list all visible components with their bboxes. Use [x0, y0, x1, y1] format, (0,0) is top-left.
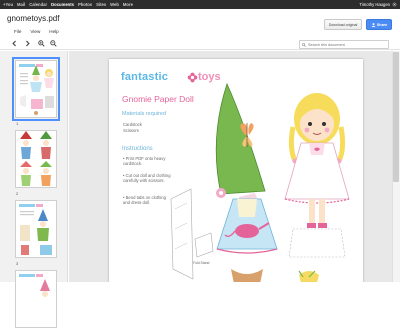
zoom-in-icon[interactable]	[38, 40, 45, 47]
gbar-link-documents[interactable]: Documents	[51, 0, 74, 9]
search-input[interactable]	[308, 42, 388, 47]
gbar-link-mail[interactable]: Mail	[17, 0, 25, 9]
document-viewer[interactable]: fantastic toys Gnomie Paper Doll Materia…	[69, 51, 400, 282]
fold-stand-label: Fold Stand	[193, 261, 210, 265]
page-thumbnail-2[interactable]	[15, 130, 57, 188]
menu-view[interactable]: View	[30, 29, 40, 34]
page-thumbnail-image	[16, 271, 56, 327]
search-icon	[302, 42, 306, 47]
file-title: gnometoys.pdf	[7, 14, 60, 23]
menu-bar: File View Help	[14, 29, 59, 34]
menu-help[interactable]: Help	[49, 29, 58, 34]
page-thumbnail-sidebar[interactable]: 1 2 3	[0, 51, 68, 328]
share-person-icon	[371, 22, 376, 27]
forward-arrow-icon[interactable]	[24, 40, 31, 47]
page-thumbnail-1[interactable]	[12, 57, 60, 121]
gear-icon[interactable]	[392, 2, 397, 7]
google-bar: +You Mail Calendar Documents Photos Site…	[0, 0, 400, 9]
back-arrow-icon[interactable]	[11, 40, 18, 47]
share-button-label: Share	[376, 22, 388, 27]
paper-doll-illustration	[170, 82, 350, 282]
instructions-title: Instructions	[122, 146, 153, 152]
logo-fantastic-text: fantastic	[121, 71, 169, 83]
download-original-button[interactable]: Download original	[324, 19, 362, 30]
page-thumbnail-image	[16, 61, 56, 117]
gbar-link-sites[interactable]: Sites	[96, 0, 106, 9]
zoom-out-icon[interactable]	[50, 40, 57, 47]
material-item: Scissors	[123, 128, 139, 133]
scrollbar-thumb[interactable]	[393, 52, 399, 182]
instruction-item: • Cut out doll and clothing carefully wi…	[123, 173, 171, 183]
page-number-2: 2	[16, 191, 19, 196]
menu-file[interactable]: File	[14, 29, 21, 34]
gbar-link-you[interactable]: +You	[3, 0, 13, 9]
gbar-link-web[interactable]: Web	[110, 0, 119, 9]
page-thumbnail-image	[16, 201, 56, 257]
gbar-user-name[interactable]: Timothy Haugen	[359, 0, 390, 9]
material-item: Cardstock	[123, 122, 142, 127]
page-number-1: 1	[16, 121, 19, 126]
pdf-page-1: fantastic toys Gnomie Paper Doll Materia…	[109, 59, 363, 282]
instruction-item: • Print PDF onto heavy cardstock.	[123, 156, 166, 166]
page-thumbnail-4[interactable]	[15, 270, 57, 328]
gbar-link-photos[interactable]: Photos	[78, 0, 92, 9]
page-thumbnail-3[interactable]	[15, 200, 57, 258]
instruction-item: • Bend tabs on clothing and dress doll.	[123, 195, 166, 205]
page-thumbnail-image	[16, 131, 56, 187]
materials-title: Materials required	[122, 111, 167, 117]
page-number-3: 3	[16, 261, 19, 266]
gbar-links: +You Mail Calendar Documents Photos Site…	[0, 0, 133, 9]
gbar-link-calendar[interactable]: Calendar	[29, 0, 47, 9]
gbar-link-more[interactable]: More	[123, 0, 133, 9]
document-search	[299, 40, 389, 49]
share-button[interactable]: Share	[366, 19, 392, 30]
